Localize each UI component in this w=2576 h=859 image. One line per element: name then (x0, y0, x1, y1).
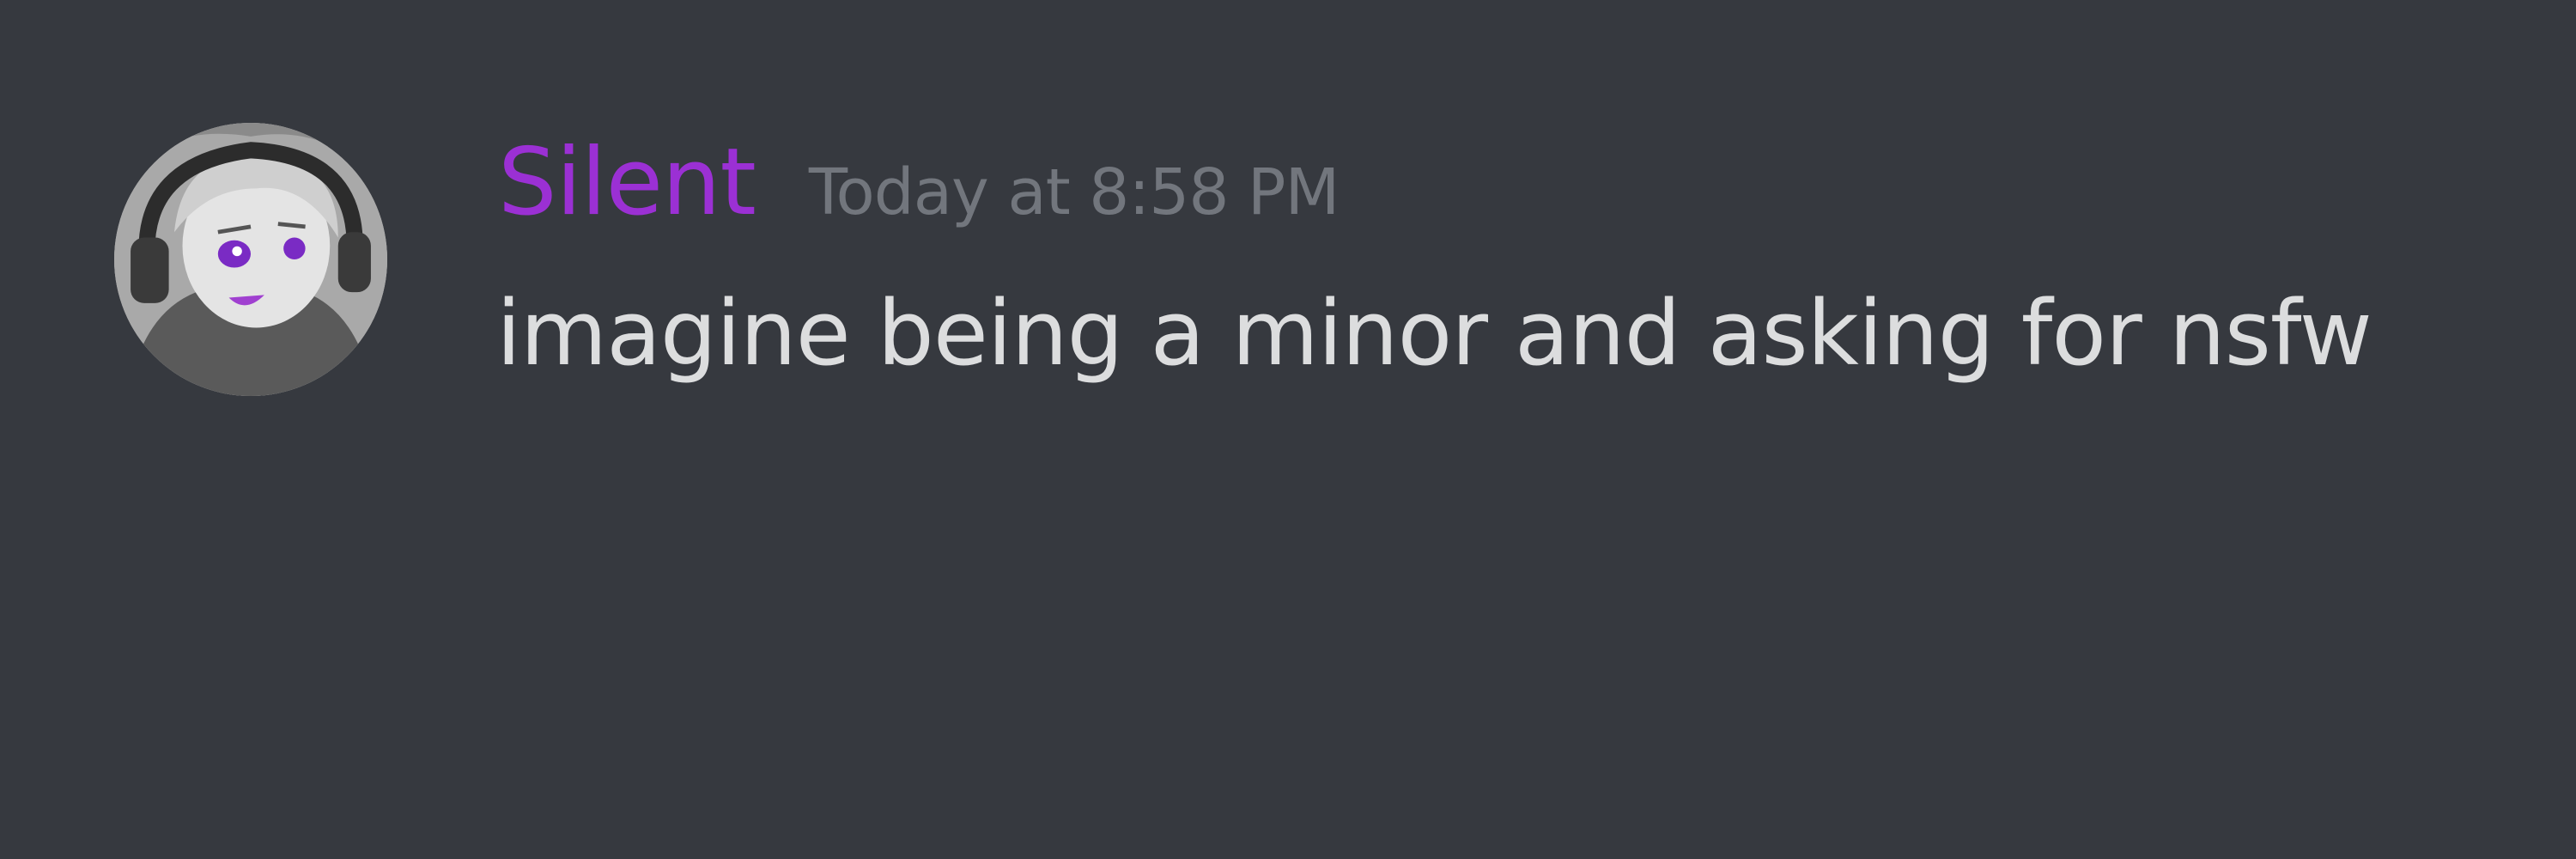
message-content: imagine being a minor and asking for nsf… (496, 281, 2372, 386)
user-avatar[interactable] (114, 123, 387, 396)
username[interactable]: Silent (498, 127, 756, 239)
timestamp: Today at 8:58 PM (808, 155, 1340, 229)
message-header: Silent Today at 8:58 PM (498, 127, 1340, 239)
chat-area: Silent Today at 8:58 PM imagine being a … (0, 0, 2576, 859)
avatar-headphones-icon (114, 123, 387, 396)
chat-message: Silent Today at 8:58 PM imagine being a … (0, 0, 2576, 412)
